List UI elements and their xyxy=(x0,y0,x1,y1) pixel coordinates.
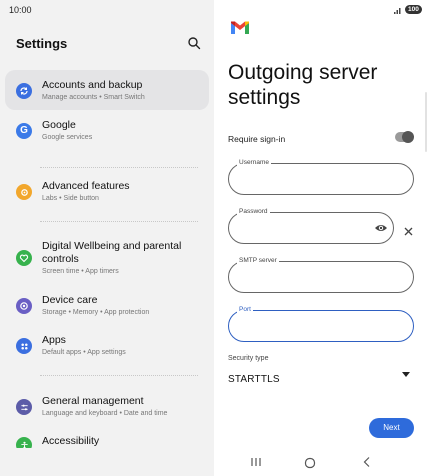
recent-apps-icon[interactable] xyxy=(250,457,262,467)
device-care-icon xyxy=(16,298,32,314)
settings-item-subtitle: Language and keyboard • Date and time xyxy=(42,410,168,417)
next-button[interactable]: Next xyxy=(369,418,414,438)
battery-indicator: 100 xyxy=(405,5,422,14)
settings-item-google[interactable]: G Google Google services xyxy=(5,119,209,149)
settings-item-title: General management xyxy=(42,395,144,407)
wellbeing-icon xyxy=(16,250,32,266)
star-gear-icon xyxy=(16,184,32,200)
username-label: Username xyxy=(237,159,271,166)
settings-item-title: Accessibility xyxy=(42,435,100,447)
bottom-fade xyxy=(0,448,214,476)
page-title: Outgoing server settings xyxy=(228,61,378,109)
settings-item-device-care[interactable]: Device care Storage • Memory • App prote… xyxy=(5,294,209,324)
apps-icon xyxy=(16,338,32,354)
security-type-label: Security type xyxy=(228,355,269,362)
search-icon[interactable] xyxy=(187,36,201,50)
gmail-logo-icon xyxy=(231,21,249,34)
settings-item-subtitle: Manage accounts • Smart Switch xyxy=(42,94,145,101)
divider xyxy=(40,375,198,376)
settings-item-accounts-and-backup[interactable]: Accounts and backup Manage accounts • Sm… xyxy=(5,70,209,110)
settings-item-title: Digital Wellbeing and parental controls xyxy=(42,240,182,265)
security-type-select[interactable]: STARTTLS xyxy=(228,374,280,385)
require-signin-label: Require sign-in xyxy=(228,134,286,144)
gmail-pane: 100 Outgoing server settings Require sig… xyxy=(214,0,428,476)
dropdown-arrow-icon[interactable] xyxy=(402,372,410,377)
settings-item-apps[interactable]: Apps Default apps • App settings xyxy=(5,334,209,364)
password-label: Password xyxy=(237,208,270,215)
settings-item-subtitle: Default apps • App settings xyxy=(42,349,126,356)
settings-item-general-management[interactable]: General management Language and keyboard… xyxy=(5,395,209,425)
require-signin-toggle[interactable] xyxy=(395,131,414,143)
divider xyxy=(40,221,198,222)
signal-icon xyxy=(394,8,401,14)
clear-password-icon[interactable] xyxy=(404,227,413,236)
sync-icon xyxy=(16,83,32,99)
password-field[interactable]: Password xyxy=(228,208,394,244)
smtp-server-field[interactable]: SMTP server xyxy=(228,257,414,293)
settings-item-subtitle: Labs • Side button xyxy=(42,195,99,202)
settings-item-subtitle: Google services xyxy=(42,134,93,141)
status-time: 10:00 xyxy=(9,5,32,15)
scrollbar xyxy=(425,92,427,152)
settings-item-subtitle: Screen time • App timers xyxy=(42,268,119,275)
settings-item-advanced-features[interactable]: Advanced features Labs • Side button xyxy=(5,180,209,210)
port-field[interactable]: Port xyxy=(228,306,414,342)
google-icon: G xyxy=(16,123,32,139)
settings-item-title: Apps xyxy=(42,334,66,346)
settings-title: Settings xyxy=(16,36,68,51)
port-label: Port xyxy=(237,306,253,313)
show-password-eye-icon[interactable] xyxy=(374,223,388,233)
settings-item-title: Device care xyxy=(42,294,98,306)
smtp-server-label: SMTP server xyxy=(237,257,279,264)
settings-item-digital-wellbeing[interactable]: Digital Wellbeing and parental controls … xyxy=(5,240,209,280)
toggle-knob xyxy=(402,131,414,143)
sliders-icon xyxy=(16,399,32,415)
settings-item-title: Accounts and backup xyxy=(42,79,143,91)
back-icon[interactable] xyxy=(362,456,372,468)
settings-item-subtitle: Storage • Memory • App protection xyxy=(42,309,150,316)
username-field[interactable]: Username xyxy=(228,159,414,195)
settings-pane: 10:00 Settings Accounts and backup Manag… xyxy=(0,0,214,476)
home-icon[interactable] xyxy=(304,457,316,469)
settings-item-title: Google xyxy=(42,119,76,131)
divider xyxy=(40,167,198,168)
settings-item-title: Advanced features xyxy=(42,180,130,192)
